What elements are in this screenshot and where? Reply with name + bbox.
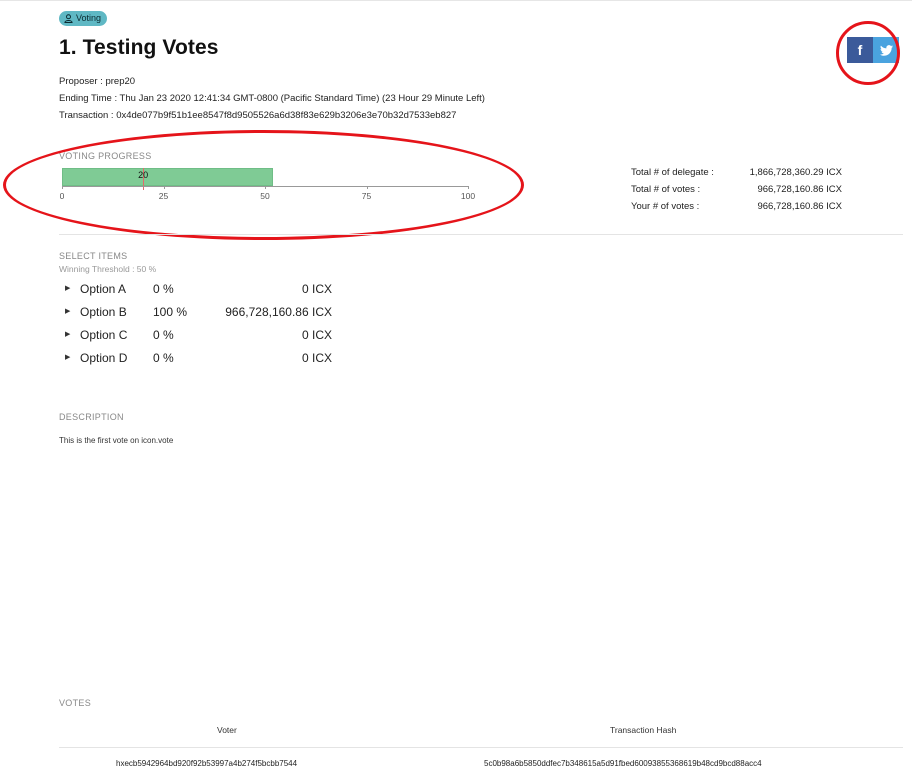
option-percent: 0 %: [153, 328, 174, 342]
option-icx: 0 ICX: [301, 351, 332, 365]
description-text: This is the first vote on icon.vote: [59, 436, 174, 445]
axis-tick-label: 50: [260, 191, 270, 201]
option-name: Option C: [80, 328, 128, 342]
vote-voter-cell[interactable]: hxecb5942964bd920f92b53997a4b274f5bcbb75…: [116, 759, 297, 768]
option-icx: 0 ICX: [301, 328, 332, 342]
voting-progress-label: VOTING PROGRESS: [59, 151, 152, 161]
votes-label: VOTES: [59, 698, 92, 708]
facebook-share-button[interactable]: f: [847, 37, 873, 63]
top-border: [0, 0, 912, 1]
winning-threshold-text: Winning Threshold : 50 %: [59, 264, 157, 274]
facebook-icon: f: [857, 42, 863, 58]
total-votes-value: 966,728,160.86 ICX: [757, 184, 842, 195]
voting-progress-bar: 20 0 25 50 75 100: [59, 168, 475, 204]
caret-right-icon: ▶: [65, 354, 71, 361]
progress-value-label: 20: [138, 170, 149, 180]
axis-tick: [366, 186, 368, 189]
axis-tick-label: 0: [59, 191, 65, 201]
option-percent: 0 %: [153, 282, 174, 296]
axis-tick: [468, 186, 469, 189]
axis-tick-label: 75: [361, 191, 372, 201]
vote-hash-cell[interactable]: 5c0b98a6b5850ddfec7b348615a5d91fbed60093…: [484, 759, 762, 768]
your-votes-label: Your # of votes :: [631, 201, 700, 212]
option-percent: 100 %: [153, 305, 188, 319]
total-delegate-value: 1,866,728,360.29 ICX: [749, 167, 842, 178]
axis-tick: [163, 186, 165, 189]
proposer-text: Proposer : prep20: [59, 76, 136, 87]
option-icx: 966,728,160.86 ICX: [225, 305, 332, 319]
column-header-transaction-hash: Transaction Hash: [610, 725, 677, 735]
option-name: Option B: [80, 305, 127, 319]
your-votes-value: 966,728,160.86 ICX: [757, 201, 842, 212]
option-name: Option A: [80, 282, 127, 296]
person-icon: [64, 14, 73, 23]
progress-fill: [62, 168, 274, 186]
caret-right-icon: ▶: [65, 331, 71, 338]
axis-tick-label: 100: [460, 191, 476, 201]
caret-right-icon: ▶: [65, 308, 71, 315]
caret-right-icon: ▶: [65, 285, 71, 292]
column-header-voter: Voter: [217, 725, 237, 735]
description-label: DESCRIPTION: [59, 412, 124, 422]
status-badge: Voting: [59, 11, 108, 26]
section-divider: [59, 234, 903, 235]
social-share: f: [847, 37, 899, 63]
axis-tick: [265, 186, 266, 189]
ending-time-text: Ending Time : Thu Jan 23 2020 12:41:34 G…: [59, 93, 485, 104]
votes-header-divider: [59, 747, 903, 748]
option-icx: 0 ICX: [301, 282, 332, 296]
total-votes-label: Total # of votes :: [631, 184, 701, 195]
axis-tick-label: 25: [158, 191, 169, 201]
select-items-label: SELECT ITEMS: [59, 251, 128, 261]
page-title: 1. Testing Votes: [59, 36, 219, 59]
transaction-text: Transaction : 0x4de077b9f51b1ee8547f8d95…: [59, 110, 457, 121]
option-percent: 0 %: [153, 351, 174, 365]
axis-tick: [62, 186, 63, 189]
twitter-icon: [879, 44, 893, 56]
option-name: Option D: [80, 351, 128, 365]
status-badge-label: Voting: [76, 13, 102, 23]
twitter-share-button[interactable]: [873, 37, 899, 63]
total-delegate-label: Total # of delegate :: [631, 167, 714, 178]
